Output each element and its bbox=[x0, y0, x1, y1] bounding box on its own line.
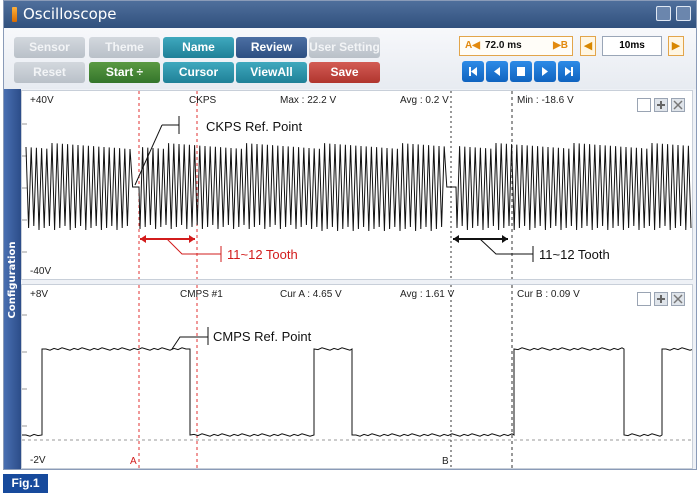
skip-first-icon[interactable] bbox=[462, 61, 484, 82]
cursor-time-box: A◀ 72.0 ms ▶B bbox=[459, 36, 573, 56]
ckps-name: CKPS bbox=[189, 95, 217, 106]
cmps-signal bbox=[22, 347, 692, 437]
sensor-button[interactable]: Sensor bbox=[14, 37, 85, 58]
reset-button[interactable]: Reset bbox=[14, 62, 85, 83]
snapshot-icon[interactable] bbox=[656, 6, 671, 21]
stop-icon[interactable] bbox=[510, 61, 532, 82]
cursor-a-prev-icon[interactable]: A◀ bbox=[465, 40, 480, 51]
menu-icon[interactable] bbox=[676, 6, 691, 21]
configuration-tab[interactable]: Configuration bbox=[4, 89, 21, 469]
ckps-avg: Avg : 0.2 V bbox=[400, 95, 449, 106]
start-button[interactable]: Start ÷ bbox=[89, 62, 160, 83]
ckps-top-scale: +40V bbox=[30, 95, 54, 106]
ckps-ref-annotation: CKPS Ref. Point bbox=[206, 119, 303, 134]
ckps-tooth-annotation-b: 11~12 Tooth bbox=[539, 247, 610, 262]
ckps-max: Max : 22.2 V bbox=[280, 95, 337, 106]
time-div-increase-icon[interactable]: ▶ bbox=[668, 36, 684, 56]
ckps-tooth-annotation-a: 11~12 Tooth bbox=[227, 247, 298, 262]
ckps-checkbox[interactable] bbox=[637, 98, 651, 112]
toolbar: Sensor Theme Name Review User Setting Re… bbox=[4, 28, 696, 89]
oscilloscope-window: Oscilloscope Sensor Theme Name Review Us… bbox=[3, 0, 697, 470]
cursor-b-marker[interactable]: B bbox=[442, 456, 449, 467]
cmps-panel[interactable]: +8V CMPS #1 Cur A : 4.65 V Avg : 1.61 V … bbox=[21, 284, 693, 469]
figure-label: Fig.1 bbox=[3, 474, 48, 493]
cmps-checkbox[interactable] bbox=[637, 292, 651, 306]
time-div-decrease-icon[interactable]: ◀ bbox=[580, 36, 596, 56]
cmps-top-scale: +8V bbox=[30, 289, 49, 300]
app-icon bbox=[12, 7, 17, 22]
skip-last-icon[interactable] bbox=[558, 61, 580, 82]
cmps-name: CMPS #1 bbox=[180, 289, 223, 300]
user-setting-button[interactable]: User Setting bbox=[309, 37, 380, 58]
title-bar: Oscilloscope bbox=[4, 1, 696, 28]
start-label: Start bbox=[105, 65, 134, 79]
step-back-icon[interactable] bbox=[486, 61, 508, 82]
viewall-button[interactable]: ViewAll bbox=[236, 62, 307, 83]
name-button[interactable]: Name bbox=[163, 37, 234, 58]
cmps-close-icon[interactable] bbox=[671, 292, 685, 306]
cursor-button[interactable]: Cursor bbox=[163, 62, 234, 83]
step-forward-icon[interactable] bbox=[534, 61, 556, 82]
review-button[interactable]: Review bbox=[236, 37, 307, 58]
theme-button[interactable]: Theme bbox=[89, 37, 160, 58]
ckps-panel[interactable]: +40V CKPS Max : 22.2 V Avg : 0.2 V Min :… bbox=[21, 90, 693, 280]
ckps-zoom-in-icon[interactable] bbox=[654, 98, 668, 112]
cursor-a-marker[interactable]: A bbox=[130, 456, 137, 467]
cmps-bottom-scale: -2V bbox=[30, 455, 46, 466]
time-div-value[interactable]: 10ms bbox=[602, 36, 662, 56]
ckps-close-icon[interactable] bbox=[671, 98, 685, 112]
ckps-bottom-scale: -40V bbox=[30, 266, 52, 277]
cursor-b-next-icon[interactable]: ▶B bbox=[553, 40, 568, 51]
cmps-ref-annotation: CMPS Ref. Point bbox=[213, 329, 312, 344]
window-title: Oscilloscope bbox=[23, 5, 117, 23]
cmps-avg: Avg : 1.61 V bbox=[400, 289, 455, 300]
cmps-zoom-in-icon[interactable] bbox=[654, 292, 668, 306]
ckps-min: Min : -18.6 V bbox=[517, 95, 574, 106]
cursor-time-value: 72.0 ms bbox=[485, 40, 522, 51]
cmps-cur-a: Cur A : 4.65 V bbox=[280, 289, 342, 300]
configuration-label: Configuration bbox=[7, 241, 18, 319]
save-button[interactable]: Save bbox=[309, 62, 380, 83]
start-arrow-icon: ÷ bbox=[136, 65, 144, 79]
ckps-signal bbox=[25, 142, 692, 232]
cmps-waveform bbox=[22, 285, 692, 468]
cmps-cur-b: Cur B : 0.09 V bbox=[517, 289, 580, 300]
